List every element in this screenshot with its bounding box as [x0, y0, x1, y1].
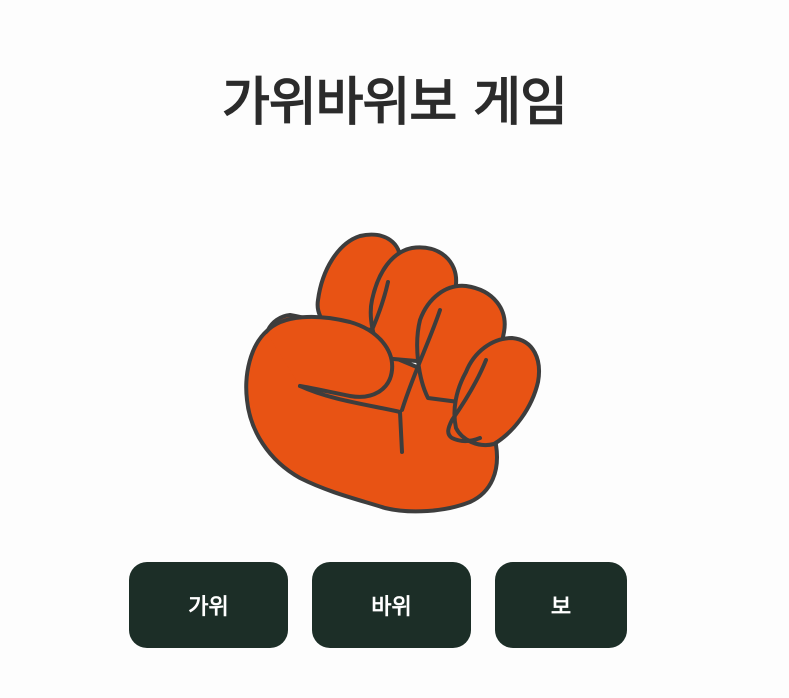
- rock-button[interactable]: 바위: [312, 562, 471, 648]
- hand-display: [238, 222, 550, 522]
- rock-fist-icon: [244, 232, 541, 514]
- scissors-button[interactable]: 가위: [129, 562, 288, 648]
- game-page: 가위바위보 게임 가위 바위 보: [0, 0, 789, 698]
- choice-buttons: 가위 바위 보: [0, 562, 789, 648]
- page-title: 가위바위보 게임: [222, 73, 568, 133]
- paper-button[interactable]: 보: [495, 562, 627, 648]
